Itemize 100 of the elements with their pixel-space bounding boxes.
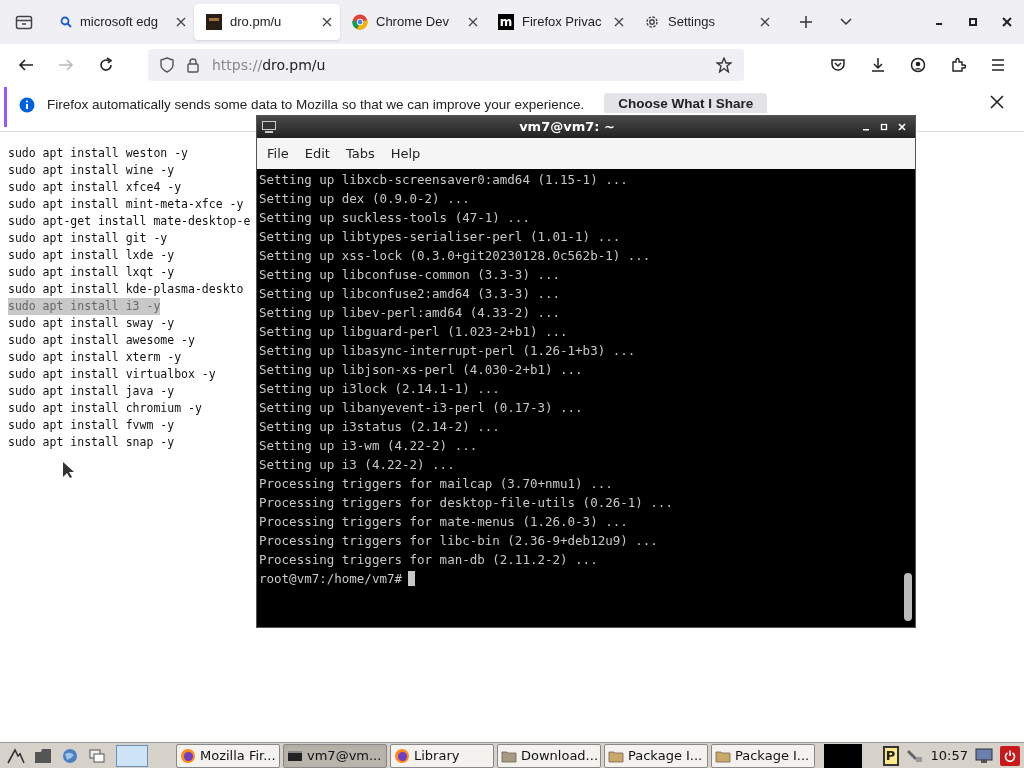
monitor-icon xyxy=(975,747,993,764)
terminal-output-line: Setting up libguard-perl (1.023-2+b1) ... xyxy=(259,323,568,341)
page-text-line: sudo apt install virtualbox -y xyxy=(8,366,216,383)
terminal-output-line: Setting up dex (0.9.0-2) ... xyxy=(259,190,470,208)
pocket-icon xyxy=(830,57,846,73)
terminal-output-line: Setting up libanyevent-i3-perl (0.17-3) ... xyxy=(259,399,583,417)
terminal-output-line: Processing triggers for mate-menus (1.26.0-3) ... xyxy=(259,513,628,531)
settings-icon xyxy=(644,14,660,30)
close-icon xyxy=(322,17,332,27)
close-icon xyxy=(468,17,478,27)
close-icon xyxy=(760,17,770,27)
notification-message: Firefox automatically sends some data to Mozilla so that we can improve your experience. xyxy=(47,96,585,113)
terminal-output-line: Setting up libxcb-screensaver0:amd64 (1.15-1) ... xyxy=(259,171,628,189)
terminal-output-line: Setting up xss-lock (0.3.0+git20230128.0c562b-1) ... xyxy=(259,247,651,265)
page-text-line: sudo apt install java -y xyxy=(8,383,175,400)
maximize-icon xyxy=(968,17,978,27)
choose-what-i-share-button[interactable]: Choose What I Share xyxy=(604,93,768,113)
url-text: https://dro.pm/u xyxy=(212,55,327,75)
page-text-line: sudo apt install lxde -y xyxy=(8,247,175,264)
chrome-logo-icon xyxy=(352,14,368,30)
clock: 10:57 xyxy=(929,746,969,765)
terminal-output-line: Setting up i3 (4.22-2) ... xyxy=(259,456,455,474)
close-icon xyxy=(898,123,906,131)
page-text-line: sudo apt install awesome -y xyxy=(8,332,195,349)
arrow-right-icon xyxy=(58,57,74,73)
close-icon xyxy=(614,17,624,27)
firefox-logo-icon xyxy=(180,747,196,764)
taskbar-window-button[interactable]: vm7@vm... xyxy=(283,743,387,768)
terminal-output-line: Setting up libasync-interrupt-perl (1.26-1+b3) ... xyxy=(259,342,636,360)
shield-icon xyxy=(160,57,174,73)
globe-icon xyxy=(61,746,79,765)
page-text-line: sudo apt install sway -y xyxy=(8,315,175,332)
page-text-line: sudo apt install lxqt -y xyxy=(8,264,175,281)
search-icon xyxy=(60,16,72,28)
close-icon xyxy=(1002,17,1012,27)
page-text-line: sudo apt install git -y xyxy=(8,230,168,247)
reload-icon xyxy=(98,57,114,73)
start-menu-icon xyxy=(7,746,25,765)
page-text-line: sudo apt install xfce4 -y xyxy=(8,179,182,196)
page-text-line: sudo apt install weston -y xyxy=(8,145,188,162)
terminal-output-line: Processing triggers for desktop-file-utils (0.26-1) ... xyxy=(259,494,673,512)
taskbar-window-button[interactable]: Package I... xyxy=(604,743,708,768)
terminal-output-line: Processing triggers for man-db (2.11.2-2) ... xyxy=(259,551,598,569)
site-favicon-icon xyxy=(206,14,222,30)
menu-item[interactable]: Edit xyxy=(297,143,337,164)
terminal-output-line: Setting up libev-perl:amd64 (4.33-2) ... xyxy=(259,304,561,322)
tab-list-icon xyxy=(15,14,33,30)
close-icon xyxy=(176,17,186,27)
download-icon xyxy=(870,57,886,73)
address-bar[interactable]: https://dro.pm/u xyxy=(148,49,744,81)
browser-tab[interactable]: microsoft edg xyxy=(48,4,194,40)
star-icon xyxy=(716,57,732,73)
workspace-switcher[interactable] xyxy=(116,744,148,767)
taskbar-window-button[interactable]: Library xyxy=(390,743,494,768)
scrollbar-thumb[interactable] xyxy=(904,573,912,621)
maximize-icon xyxy=(880,123,888,131)
page-text-line: sudo apt install kde-plasma-deskto xyxy=(8,281,244,298)
menu-item[interactable]: Help xyxy=(383,143,428,164)
taskbar-window-button[interactable]: Package I... xyxy=(711,743,815,768)
browser-tab[interactable]: m Firefox Privac xyxy=(486,4,632,40)
page-text-line: sudo apt install xterm -y xyxy=(8,349,182,366)
terminal-output-line: Setting up suckless-tools (47-1) ... xyxy=(259,209,530,227)
puzzle-icon xyxy=(950,57,966,73)
page-text-line: sudo apt install mint-meta-xfce -y xyxy=(8,196,244,213)
terminal-output-line: Setting up i3-wm (4.22-2) ... xyxy=(259,437,478,455)
lock-icon xyxy=(186,57,200,73)
arrow-left-icon xyxy=(18,57,34,73)
terminal-output-line: Setting up libconfuse-common (3.3-3) ... xyxy=(259,266,561,284)
text-cursor xyxy=(408,571,415,586)
terminal-title: vm7@vm7: ~ xyxy=(518,118,616,137)
power-button[interactable] xyxy=(1000,745,1020,766)
plus-icon xyxy=(799,15,813,29)
taskbar-window-button[interactable]: Mozilla Fir... xyxy=(176,743,280,768)
terminal-output-line: Processing triggers for libc-bin (2.36-9+deb12u9) ... xyxy=(259,532,658,550)
terminal-output-line: Setting up libjson-xs-perl (4.030-2+b1) ... xyxy=(259,361,583,379)
menu-item[interactable]: Tabs xyxy=(338,143,382,164)
terminal-icon xyxy=(261,120,277,134)
terminal-output-line: Setting up libtypes-serialiser-perl (1.01-1) ... xyxy=(259,228,621,246)
terminal-output-line: Processing triggers for mailcap (3.70+nmu1) ... xyxy=(259,475,613,493)
folder-icon xyxy=(34,746,52,765)
page-text-line: sudo apt-get install mate-desktop-e xyxy=(8,213,251,230)
chevron-down-icon xyxy=(840,18,852,26)
page-text-line: sudo apt install wine -y xyxy=(8,162,175,179)
account-icon xyxy=(910,57,926,73)
terminal-output-line: Setting up i3status (2.14-2) ... xyxy=(259,418,500,436)
tray-app-icon[interactable]: P xyxy=(882,745,899,766)
power-icon xyxy=(1004,749,1016,762)
browser-tab[interactable]: Settings xyxy=(632,4,778,40)
page-text-line: sudo apt install fvwm -y xyxy=(8,417,175,434)
network-icon xyxy=(905,747,924,764)
page-text-line: sudo apt install chromium -y xyxy=(8,400,202,417)
menu-icon xyxy=(990,57,1006,73)
menu-item[interactable]: File xyxy=(260,143,296,164)
browser-tab[interactable]: dro.pm/u xyxy=(194,4,340,40)
cpu-monitor xyxy=(824,743,862,768)
mouse-pointer-icon xyxy=(62,461,74,479)
info-icon xyxy=(19,97,35,113)
terminal-output-line: Setting up i3lock (2.14.1-1) ... xyxy=(259,380,500,398)
browser-tab[interactable]: Chrome Dev xyxy=(340,4,486,40)
taskbar-window-button[interactable]: Download... xyxy=(497,743,601,768)
